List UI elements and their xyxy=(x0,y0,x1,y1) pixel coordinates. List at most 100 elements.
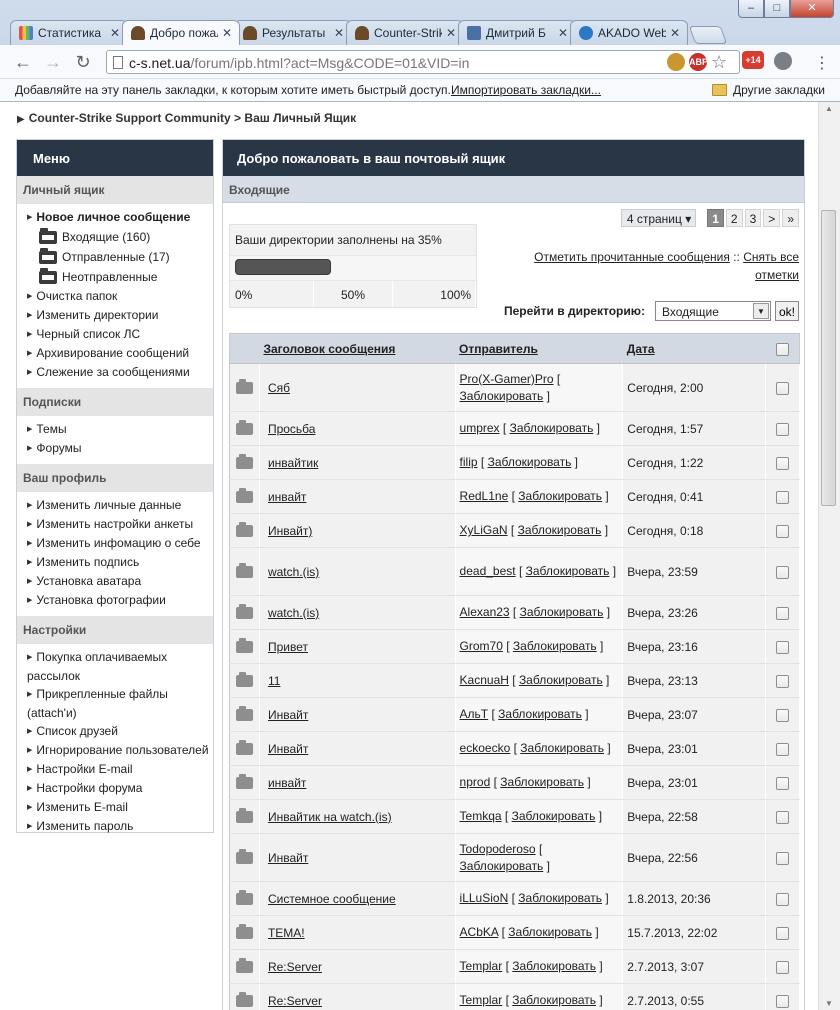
block-sender-link[interactable]: Заблокировать xyxy=(518,523,602,537)
sidebar-link-paid-subscriptions[interactable]: ▶ Покупка оплачиваемых рассылок xyxy=(27,648,213,685)
sidebar-link-change-email[interactable]: ▶ Изменить E-mail xyxy=(27,798,213,817)
sidebar-link-change-password[interactable]: ▶ Изменить пароль xyxy=(27,817,213,836)
message-checkbox[interactable] xyxy=(776,776,789,790)
block-sender-link[interactable]: Заблокировать xyxy=(512,809,596,823)
sidebar-link-friends[interactable]: ▶ Список друзей xyxy=(27,722,213,741)
message-subject-link[interactable]: Инвайт xyxy=(268,742,308,756)
sender-link[interactable]: XyLiGaN xyxy=(460,523,508,537)
block-sender-link[interactable]: Заблокировать xyxy=(526,564,610,578)
sidebar-link-attachments[interactable]: ▶ Прикрепленные файлы (attach'и) xyxy=(27,685,213,722)
message-checkbox[interactable] xyxy=(776,810,789,824)
message-subject-link[interactable]: Привет xyxy=(268,640,308,654)
sender-link[interactable]: nprod xyxy=(460,775,491,789)
message-checkbox[interactable] xyxy=(776,994,789,1008)
message-checkbox[interactable] xyxy=(776,565,789,579)
sender-link[interactable]: umprex xyxy=(460,421,500,435)
page-scrollbar[interactable]: ▲ ▼ xyxy=(818,102,840,1010)
tab-close-icon[interactable]: ✕ xyxy=(557,26,569,40)
message-checkbox[interactable] xyxy=(776,381,789,395)
message-checkbox[interactable] xyxy=(776,960,789,974)
sidebar-link-tracking[interactable]: ▶ Слежение за сообщениями xyxy=(27,363,213,382)
header-date[interactable]: Дата xyxy=(622,333,766,364)
sidebar-link-email-settings[interactable]: ▶ Настройки E-mail xyxy=(27,760,213,779)
sidebar-link-profile-settings[interactable]: ▶ Изменить настройки анкеты xyxy=(27,515,213,534)
sender-link[interactable]: ACbKA xyxy=(460,925,499,939)
sender-link[interactable]: iLLuSioN xyxy=(460,891,509,905)
message-checkbox[interactable] xyxy=(776,422,789,436)
message-subject-link[interactable]: Инвайтик на watch.(is) xyxy=(268,810,392,824)
scrollbar-thumb[interactable] xyxy=(821,210,836,506)
block-sender-link[interactable]: Заблокировать xyxy=(460,859,544,873)
message-checkbox[interactable] xyxy=(776,742,789,756)
wrench-menu-icon[interactable]: ⋮ xyxy=(814,53,830,73)
tab-results[interactable]: Результаты ✕ xyxy=(234,20,352,45)
sidebar-link-forums[interactable]: ▶ Форумы xyxy=(27,439,213,458)
message-subject-link[interactable]: ТЕМА! xyxy=(268,926,305,940)
tab-close-icon[interactable]: ✕ xyxy=(669,26,681,40)
sender-link[interactable]: dead_best xyxy=(460,564,516,578)
block-sender-link[interactable]: Заблокировать xyxy=(460,389,544,403)
block-sender-link[interactable]: Заблокировать xyxy=(518,489,602,503)
maximize-button[interactable]: □ xyxy=(764,0,790,18)
tab-close-icon[interactable]: ✕ xyxy=(445,26,457,40)
page-1-button[interactable]: 1 xyxy=(707,209,724,227)
goto-ok-button[interactable]: ok! xyxy=(774,301,799,321)
message-checkbox[interactable] xyxy=(776,851,789,865)
message-checkbox[interactable] xyxy=(776,674,789,688)
sidebar-link-ignore[interactable]: ▶ Игнорирование пользователей xyxy=(27,741,213,760)
scroll-down-arrow-icon[interactable]: ▼ xyxy=(823,999,835,1008)
uncheck-all-link[interactable]: Снять все отметки xyxy=(743,250,799,282)
sender-link[interactable]: KacnuaH xyxy=(460,673,509,687)
message-subject-link[interactable]: инвайтик xyxy=(268,456,318,470)
sidebar-link-avatar[interactable]: ▶ Установка аватара xyxy=(27,572,213,591)
block-sender-link[interactable]: Заблокировать xyxy=(510,421,594,435)
minimize-button[interactable]: – xyxy=(738,0,764,18)
folder-inbox[interactable]: Входящие (160) xyxy=(27,227,213,247)
block-sender-link[interactable]: Заблокировать xyxy=(500,775,584,789)
forward-arrow-icon[interactable]: → xyxy=(42,51,64,73)
sidebar-link-forum-settings[interactable]: ▶ Настройки форума xyxy=(27,779,213,798)
message-subject-link[interactable]: 11 xyxy=(268,674,280,688)
message-subject-link[interactable]: Re:Server xyxy=(268,960,322,974)
sidebar-link-archive[interactable]: ▶ Архивирование сообщений xyxy=(27,344,213,363)
message-subject-link[interactable]: watch.(is) xyxy=(268,565,319,579)
last-page-button[interactable]: » xyxy=(782,209,799,227)
sender-link[interactable]: filip xyxy=(460,455,478,469)
message-checkbox[interactable] xyxy=(776,456,789,470)
message-subject-link[interactable]: Инвайт xyxy=(268,708,308,722)
block-sender-link[interactable]: Заблокировать xyxy=(520,605,604,619)
sidebar-link-edit-folders[interactable]: ▶ Изменить директории xyxy=(27,306,213,325)
message-checkbox[interactable] xyxy=(776,708,789,722)
message-subject-link[interactable]: watch.(is) xyxy=(268,606,319,620)
header-subject[interactable]: Заголовок сообщения xyxy=(259,333,456,364)
block-sender-link[interactable]: Заблокировать xyxy=(488,455,572,469)
sender-link[interactable]: Temkqa xyxy=(460,809,502,823)
sidebar-link-blacklist[interactable]: ▶ Черный список ЛС xyxy=(27,325,213,344)
sender-link[interactable]: Grom70 xyxy=(460,639,503,653)
folder-sent[interactable]: Отправленные (17) xyxy=(27,247,213,267)
message-checkbox[interactable] xyxy=(776,524,789,538)
block-sender-link[interactable]: Заблокировать xyxy=(518,891,602,905)
back-arrow-icon[interactable]: ← xyxy=(12,51,34,73)
tab-akado[interactable]: AKADO Web ✕ xyxy=(570,20,688,45)
message-subject-link[interactable]: инвайт xyxy=(268,776,306,790)
adblock-icon[interactable]: ABP xyxy=(689,53,708,71)
folder-select[interactable]: Входящие ▼ xyxy=(654,301,771,321)
sender-link[interactable]: Alexan23 xyxy=(460,605,510,619)
sender-link[interactable]: Pro(X-Gamer)Pro xyxy=(460,372,554,386)
page-count-dropdown[interactable]: 4 страниц ▾ xyxy=(620,209,697,227)
block-sender-link[interactable]: Заблокировать xyxy=(520,741,604,755)
tab-close-icon[interactable]: ✕ xyxy=(109,26,121,40)
sidebar-link-photo[interactable]: ▶ Установка фотографии xyxy=(27,591,213,610)
page-3-button[interactable]: 3 xyxy=(744,209,762,227)
breadcrumb-community-link[interactable]: Counter-Strike Support Community xyxy=(29,111,231,125)
globe-icon[interactable] xyxy=(774,52,792,70)
block-sender-link[interactable]: Заблокировать xyxy=(512,993,596,1007)
tab-counter-strike[interactable]: Counter-Strike ✕ xyxy=(346,20,464,45)
folder-unsent[interactable]: Неотправленные xyxy=(27,267,213,287)
new-tab-button[interactable] xyxy=(688,26,728,44)
message-checkbox[interactable] xyxy=(776,892,789,906)
tab-statistics[interactable]: Статистика ✕ xyxy=(10,20,128,45)
header-sender[interactable]: Отправитель xyxy=(455,333,623,364)
sender-link[interactable]: Templar xyxy=(460,959,503,973)
